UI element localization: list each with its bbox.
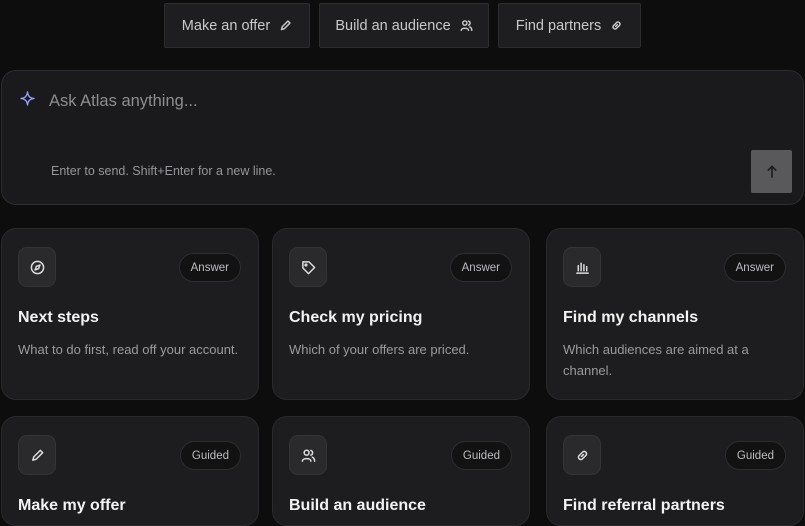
compass-icon (18, 247, 56, 287)
card-title: Find referral partners (563, 497, 725, 514)
card-description: Which of your offers are priced. (289, 342, 470, 357)
ask-input[interactable] (49, 89, 729, 113)
card-description: Which audiences are aimed at a channel. (563, 342, 749, 378)
card-title: Next steps (18, 309, 99, 326)
card-find-referral-partners[interactable]: Guided Find referral partners (546, 416, 804, 526)
tag-icon (289, 247, 327, 287)
card-badge: Answer (449, 253, 512, 282)
card-badge: Answer (178, 253, 241, 282)
send-button[interactable] (751, 150, 792, 193)
build-an-audience-button[interactable]: Build an audience (319, 3, 489, 48)
composer-hint: Enter to send. Shift+Enter for a new lin… (51, 164, 276, 178)
find-partners-button[interactable]: Find partners (498, 3, 641, 48)
card-badge: Answer (723, 253, 786, 282)
card-build-an-audience[interactable]: Guided Build an audience (272, 416, 530, 526)
card-check-my-pricing[interactable]: Answer Check my pricing Which of your of… (272, 228, 530, 400)
pencil-icon (18, 435, 56, 475)
arrow-up-icon (766, 165, 777, 178)
users-icon (289, 435, 327, 475)
card-badge: Guided (450, 441, 512, 470)
sparkle-icon (20, 91, 35, 106)
card-badge: Guided (179, 441, 241, 470)
link-icon (563, 435, 601, 475)
ask-composer: Enter to send. Shift+Enter for a new lin… (1, 70, 804, 205)
card-title: Find my channels (563, 309, 699, 326)
link-icon (612, 21, 621, 30)
card-description: What to do first, read off your account. (18, 342, 239, 357)
build-an-audience-label: Build an audience (335, 17, 451, 34)
pencil-icon (280, 20, 291, 31)
card-find-my-channels[interactable]: Answer Find my channels Which audiences … (546, 228, 804, 400)
card-badge: Guided (724, 441, 786, 470)
bar-chart-icon (563, 247, 601, 287)
card-make-my-offer[interactable]: Guided Make my offer (1, 416, 259, 526)
make-an-offer-button[interactable]: Make an offer (164, 3, 310, 48)
card-title: Check my pricing (289, 309, 423, 326)
users-icon (460, 20, 473, 32)
card-next-steps[interactable]: Answer Next steps What to do first, read… (1, 228, 259, 400)
card-title: Make my offer (18, 497, 126, 514)
quick-actions-bar: Make an offer Build an audience Find par… (0, 3, 805, 48)
find-partners-label: Find partners (515, 17, 602, 34)
card-title: Build an audience (289, 497, 426, 514)
make-an-offer-label: Make an offer (181, 17, 271, 34)
